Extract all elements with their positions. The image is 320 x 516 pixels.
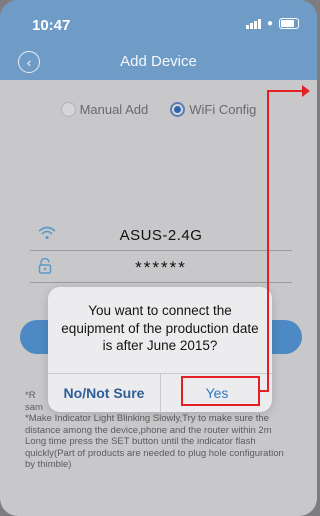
radio-wifi-config[interactable]: WiFi Config (170, 102, 256, 117)
password-value: ****** (135, 258, 187, 277)
status-icons: ● (245, 18, 299, 29)
tip-line-4: Long time press the SET button until the… (25, 436, 284, 470)
mode-selector: Manual Add WiFi Config (0, 102, 317, 117)
radio-selected-icon (170, 102, 186, 117)
tip-line-3: *Make Indicator Light Blinking Slowly,Tr… (25, 413, 272, 436)
page-title: Add Device (120, 53, 197, 70)
wifi-status-icon: ● (266, 18, 273, 29)
annotation-line-bottom (258, 390, 269, 392)
radio-manual-label: Manual Add (79, 102, 149, 117)
annotation-highlight-box (181, 376, 260, 406)
annotation-line (267, 90, 269, 392)
annotation-line-top (267, 90, 307, 92)
header-bar: 10:47 ● ‹ Add Device (0, 0, 317, 80)
password-field[interactable]: ****** (30, 254, 292, 283)
dialog-message: You want to connect the equipment of the… (61, 303, 259, 353)
status-time: 10:47 (32, 17, 71, 34)
signal-icon (245, 18, 261, 29)
annotation-arrow-icon (302, 85, 310, 97)
radio-unselected-icon (60, 102, 76, 117)
radio-manual-add[interactable]: Manual Add (60, 102, 149, 117)
no-not-sure-button[interactable]: No/Not Sure (48, 373, 160, 412)
battery-icon (279, 18, 299, 29)
ssid-value: ASUS-2.4G (119, 227, 203, 244)
ssid-field[interactable]: ASUS-2.4G (30, 222, 292, 251)
radio-wifi-label: WiFi Config (189, 102, 257, 117)
phone-screen: 10:47 ● ‹ Add Device Manual Add WiFi Con… (0, 0, 317, 516)
